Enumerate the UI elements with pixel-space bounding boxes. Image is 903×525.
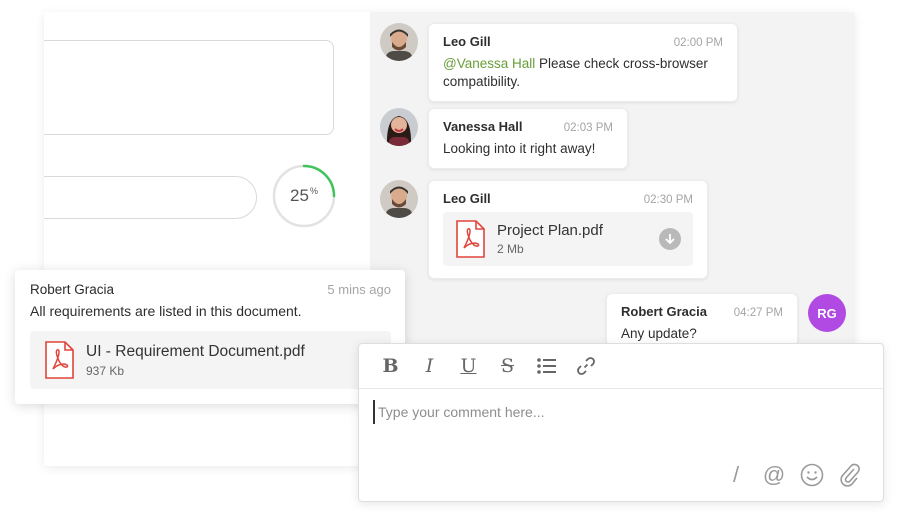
slash-command-button[interactable]: / xyxy=(717,461,755,489)
progress-value: 25% xyxy=(290,186,318,205)
avatar xyxy=(380,180,418,218)
editor-actions: / @ xyxy=(717,461,869,489)
paperclip-icon xyxy=(840,463,860,487)
strikethrough-button[interactable]: S xyxy=(488,351,527,381)
file-size: 2 Mb xyxy=(497,242,524,256)
download-icon[interactable] xyxy=(659,228,681,250)
avatar xyxy=(380,23,418,61)
pdf-file-icon xyxy=(456,220,485,258)
avatar xyxy=(380,108,418,146)
mention-link[interactable]: @Vanessa Hall xyxy=(443,56,535,71)
attach-button[interactable] xyxy=(831,461,869,489)
file-name: UI - Requirement Document.pdf xyxy=(86,342,305,360)
sender-name: Leo Gill xyxy=(443,34,491,49)
sender-name: Robert Gracia xyxy=(30,282,115,297)
formatting-toolbar: B I U S xyxy=(359,344,883,389)
message-text: Any update? xyxy=(621,326,697,341)
chat-message: Leo Gill 02:00 PM @Vanessa Hall Please c… xyxy=(380,23,738,102)
task-input-field[interactable] xyxy=(44,176,257,219)
file-name: Project Plan.pdf xyxy=(497,222,603,239)
list-icon xyxy=(536,358,556,374)
progress-ring: 25% xyxy=(272,164,336,228)
chat-message: Leo Gill 02:30 PM Project Plan.pdf 2 Mb xyxy=(380,180,708,279)
comment-editor: B I U S / @ xyxy=(358,343,884,502)
link-icon xyxy=(576,357,595,375)
avatar: RG xyxy=(808,294,846,332)
smiley-icon xyxy=(800,463,824,487)
comment-text: All requirements are listed in this docu… xyxy=(30,303,302,319)
comment-card: Robert Gracia 5 mins ago All requirement… xyxy=(15,270,405,404)
sender-name: Robert Gracia xyxy=(621,304,707,319)
message-text: @Vanessa Hall Please check cross-browser… xyxy=(443,56,708,89)
underline-button[interactable]: U xyxy=(449,351,488,381)
message-bubble: Leo Gill 02:00 PM @Vanessa Hall Please c… xyxy=(428,23,738,102)
link-button[interactable] xyxy=(566,351,605,381)
sender-name: Vanessa Hall xyxy=(443,119,523,134)
message-bubble: Robert Gracia 04:27 PM Any update? xyxy=(606,293,798,347)
description-field[interactable] xyxy=(44,40,334,135)
pdf-file-icon xyxy=(45,341,74,379)
comment-time: 5 mins ago xyxy=(327,282,391,297)
message-time: 04:27 PM xyxy=(733,307,783,319)
file-attachment[interactable]: Project Plan.pdf 2 Mb xyxy=(443,212,693,266)
emoji-button[interactable] xyxy=(793,461,831,489)
chat-message: Robert Gracia 04:27 PM Any update? xyxy=(606,293,798,347)
file-size: 937 Kb xyxy=(86,363,125,378)
mention-button[interactable]: @ xyxy=(755,461,793,489)
italic-button[interactable]: I xyxy=(410,351,449,381)
message-bubble: Leo Gill 02:30 PM Project Plan.pdf 2 Mb xyxy=(428,180,708,279)
file-attachment[interactable]: UI - Requirement Document.pdf 937 Kb xyxy=(30,331,391,389)
message-time: 02:30 PM xyxy=(643,194,693,206)
bullet-list-button[interactable] xyxy=(527,351,566,381)
message-text: Looking into it right away! xyxy=(443,141,596,156)
message-time: 02:00 PM xyxy=(673,37,723,49)
chat-message: Vanessa Hall 02:03 PM Looking into it ri… xyxy=(380,108,628,169)
message-time: 02:03 PM xyxy=(563,122,613,134)
message-bubble: Vanessa Hall 02:03 PM Looking into it ri… xyxy=(428,108,628,169)
bold-button[interactable]: B xyxy=(371,351,410,381)
comment-input[interactable] xyxy=(373,400,863,424)
sender-name: Leo Gill xyxy=(443,191,491,206)
